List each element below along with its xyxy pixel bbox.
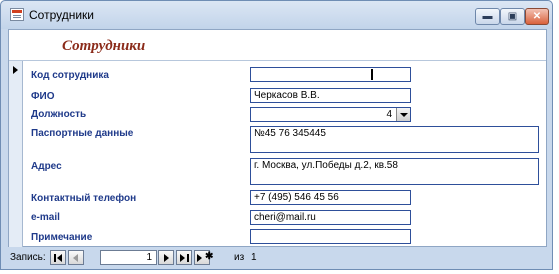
header-divider — [9, 60, 546, 61]
next-arrow-icon — [164, 254, 169, 262]
last-bar-icon — [187, 254, 189, 262]
text-cursor — [371, 69, 373, 80]
previous-record-button[interactable] — [68, 250, 84, 265]
maximize-button[interactable]: ▣ — [500, 8, 525, 25]
position-combo[interactable]: 4 — [250, 107, 411, 122]
last-arrow-icon — [180, 254, 185, 262]
next-record-button[interactable] — [158, 250, 174, 265]
note-field[interactable] — [250, 229, 411, 244]
label-address: Адрес — [31, 161, 62, 172]
label-employee-code: Код сотрудника — [31, 70, 109, 81]
record-of-label: из — [234, 252, 245, 263]
first-record-button[interactable] — [50, 250, 66, 265]
close-button[interactable]: ✕ — [525, 8, 549, 25]
first-arrow-icon — [57, 254, 62, 262]
window-title: Сотрудники — [29, 8, 94, 22]
email-field[interactable]: cheri@mail.ru — [250, 210, 411, 225]
phone-field[interactable]: +7 (495) 546 45 56 — [250, 190, 411, 205]
last-record-button[interactable] — [176, 250, 192, 265]
label-passport: Паспортные данные — [31, 128, 134, 139]
title-bar[interactable]: Сотрудники ▬ ▣ ✕ — [1, 1, 552, 29]
form-icon — [10, 8, 24, 21]
minimize-button[interactable]: ▬ — [475, 8, 500, 25]
new-record-button[interactable]: ✱ — [194, 250, 214, 265]
record-navigation-bar: Запись: 1 ✱ из 1 — [8, 248, 547, 268]
current-record-input[interactable]: 1 — [100, 250, 157, 265]
label-full-name: ФИО — [31, 91, 55, 102]
employee-code-field[interactable] — [250, 67, 411, 82]
form-window: Сотрудники ▬ ▣ ✕ Сотрудники Код сотрудни… — [0, 0, 553, 270]
record-label: Запись: — [10, 252, 46, 263]
position-value: 4 — [386, 109, 392, 120]
form-title: Сотрудники — [62, 38, 146, 54]
label-note: Примечание — [31, 232, 93, 243]
current-record-arrow-icon — [13, 66, 18, 74]
label-phone: Контактный телефон — [31, 193, 137, 204]
label-position: Должность — [31, 109, 87, 120]
passport-field[interactable]: №45 76 345445 — [250, 126, 539, 153]
chevron-down-icon[interactable] — [396, 108, 410, 121]
new-arrow-icon — [197, 254, 202, 262]
full-name-field[interactable]: Черкасов В.В. — [250, 88, 411, 103]
form-header: Сотрудники — [9, 30, 546, 60]
previous-arrow-icon — [73, 254, 78, 262]
record-total: 1 — [251, 252, 257, 263]
form-body: Сотрудники Код сотрудника ФИО Черкасов В… — [8, 29, 547, 247]
new-star-icon: ✱ — [205, 251, 214, 262]
record-selector[interactable] — [9, 61, 23, 247]
label-email: e-mail — [31, 212, 60, 223]
first-bar-icon — [54, 254, 56, 262]
address-field[interactable]: г. Москва, ул.Победы д.2, кв.58 — [250, 158, 539, 185]
